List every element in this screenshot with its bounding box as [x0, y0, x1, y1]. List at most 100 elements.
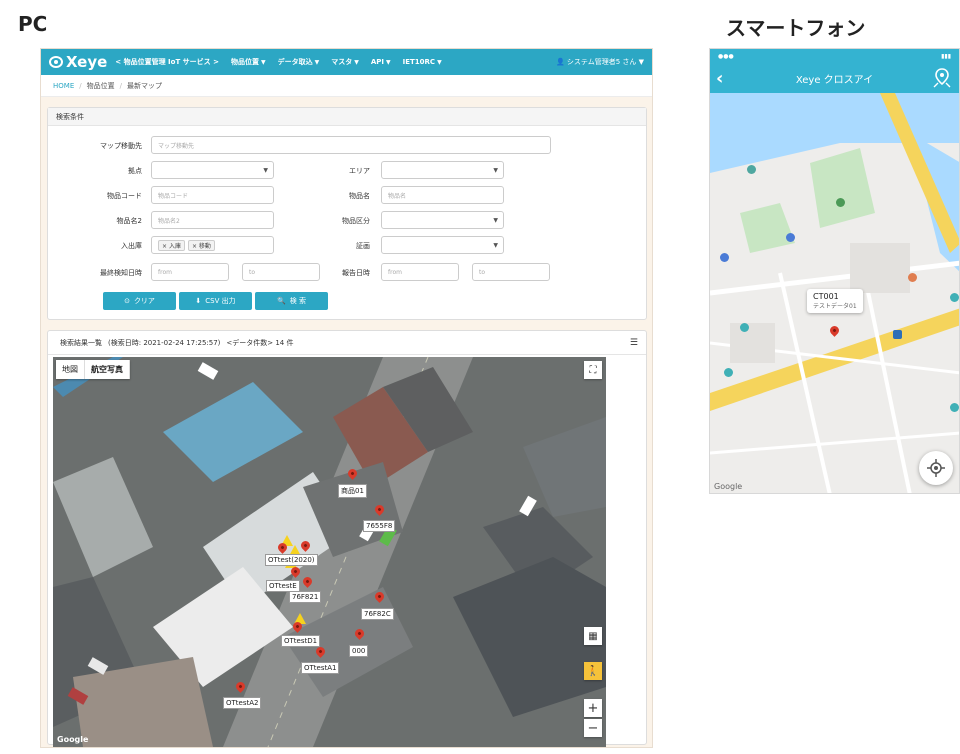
marker-label: 76F82C [361, 608, 394, 620]
nav-item-master-label: マスタ [331, 58, 353, 66]
category-select[interactable]: ▼ [381, 211, 504, 229]
from-placeholder: from [158, 268, 172, 276]
user-name: システム管理者5 さん [566, 58, 637, 66]
poi-icon[interactable] [747, 165, 756, 174]
satellite-map[interactable]: 地図 航空写真 ⛶ ▦ 🚶 + − 商品01 7655F8 OTtest(202… [53, 357, 606, 747]
caret-down-icon: ▼ [437, 59, 442, 66]
tab-satellite[interactable]: 航空写真 [85, 360, 130, 379]
poi-icon[interactable] [720, 253, 729, 262]
nav-user-menu[interactable]: 👤 システム管理者5 さん ▼ [556, 57, 644, 67]
crosshair-icon [927, 459, 945, 477]
battery-icon: ▮▮▮ [941, 52, 951, 60]
breadcrumb-location[interactable]: 物品位置 [87, 81, 115, 91]
tab-map[interactable]: 地図 [56, 360, 85, 379]
name2-input[interactable]: 物品名2 [151, 211, 274, 229]
csv-export-button[interactable]: ⬇ CSV 出力 [179, 292, 252, 310]
name-label: 物品名 [349, 192, 370, 200]
caret-down-icon: ▼ [354, 59, 359, 66]
caret-down-icon: ▼ [386, 59, 391, 66]
device-select[interactable]: ▼ [381, 236, 504, 254]
inout-tag-label: 入庫 [168, 242, 181, 250]
callout-title: CT001 [813, 292, 839, 301]
breadcrumb-home[interactable]: HOME [53, 82, 74, 90]
inout-multiselect[interactable]: × 入庫 × 移動 [151, 236, 274, 254]
nav-item-master[interactable]: マスタ ▼ [331, 57, 359, 67]
inout-tag[interactable]: × 移動 [187, 239, 215, 251]
poi-icon[interactable] [908, 273, 917, 282]
csv-button-label: CSV 出力 [205, 297, 236, 305]
nav-item-api[interactable]: API ▼ [371, 58, 391, 66]
poi-icon[interactable] [836, 198, 845, 207]
zoom-out-icon[interactable]: − [584, 719, 602, 737]
clear-button[interactable]: ⊙ クリア [103, 292, 176, 310]
pc-section-label: PC [18, 12, 48, 36]
caret-down-icon: ▼ [636, 58, 644, 66]
marker-label: OTtestA1 [301, 662, 340, 674]
result-panel: 検索結果一覧 (検索日時: 2021-02-24 17:25:57) <データ件… [47, 330, 647, 747]
layers-grid-icon[interactable]: ▦ [584, 627, 602, 645]
marker-label: 76F821 [289, 591, 322, 603]
nav-item-import-label: データ取込 [277, 58, 313, 66]
inout-tag[interactable]: × 入庫 [158, 239, 185, 251]
map-dest-label: マップ移動先 [100, 142, 142, 150]
dropdown-arrow-icon: ▼ [493, 241, 498, 249]
fullscreen-icon[interactable]: ⛶ [584, 361, 602, 379]
report-from-input[interactable]: from [381, 263, 459, 281]
phone-map[interactable]: CT001 テストデータ01 Google [710, 93, 959, 493]
map-dest-placeholder: マップ移動先 [158, 142, 195, 150]
map-type-tabs: 地図 航空写真 [56, 360, 130, 379]
base-label: 拠点 [128, 167, 142, 175]
app-logo[interactable]: Xeye [49, 53, 107, 71]
marker-label: 7655F8 [363, 520, 396, 532]
report-to-input[interactable]: to [472, 263, 550, 281]
to-placeholder: to [249, 268, 256, 276]
poi-icon[interactable] [950, 293, 959, 302]
name-input[interactable]: 物品名 [381, 186, 504, 204]
map-dest-input[interactable]: マップ移動先 [151, 136, 551, 154]
nav-service-title: < 物品位置管理 IoT サービス > [115, 58, 219, 66]
signal-icon: ●●● [718, 52, 734, 60]
dropdown-arrow-icon: ▼ [493, 216, 498, 224]
search-button[interactable]: 🔍 検 索 [255, 292, 328, 310]
inout-tag-label: 移動 [198, 242, 211, 250]
zoom-in-icon[interactable]: + [584, 699, 602, 717]
satellite-imagery [53, 357, 606, 747]
nav-item-location[interactable]: 物品位置 ▼ [231, 57, 266, 67]
station-icon[interactable] [893, 330, 902, 339]
nav-item-api-label: API [370, 58, 384, 66]
device-label: 証画 [356, 242, 370, 250]
base-select[interactable]: ▼ [151, 161, 274, 179]
poi-icon[interactable] [724, 368, 733, 377]
code-placeholder: 物品コード [158, 192, 189, 200]
my-location-button[interactable] [919, 451, 953, 485]
marker-callout[interactable]: CT001 テストデータ01 [807, 289, 863, 313]
result-count: <データ件数> 14 件 [226, 338, 294, 347]
search-button-label: 検 索 [289, 297, 306, 305]
from-placeholder: from [388, 268, 402, 276]
category-label: 物品区分 [342, 217, 370, 225]
poi-icon[interactable] [740, 323, 749, 332]
nav-item-import[interactable]: データ取込 ▼ [278, 57, 320, 67]
poi-icon[interactable] [786, 233, 795, 242]
map-location-icon[interactable] [933, 68, 951, 88]
callout-subtitle: テストデータ01 [813, 303, 857, 310]
pc-screen: Xeye < 物品位置管理 IoT サービス > 物品位置 ▼ データ取込 ▼ マス… [40, 48, 653, 748]
eye-logo-icon [49, 56, 63, 68]
back-chevron-icon[interactable]: ‹ [716, 68, 723, 89]
code-input[interactable]: 物品コード [151, 186, 274, 204]
clear-button-label: クリア [133, 297, 155, 305]
breadcrumb-separator: / [119, 81, 122, 90]
list-view-icon[interactable]: ☰ [630, 338, 638, 348]
nav-item-iet[interactable]: IET10RC ▼ [403, 58, 442, 66]
nav-item-iet-label: IET10RC [402, 58, 436, 66]
marker-label: OTtestD1 [281, 635, 321, 647]
last-detect-from-input[interactable]: from [151, 263, 229, 281]
area-label: エリア [349, 167, 370, 175]
area-select[interactable]: ▼ [381, 161, 504, 179]
street-view-pegman-icon[interactable]: 🚶 [584, 662, 602, 680]
name-placeholder: 物品名 [388, 192, 407, 200]
marker-label: 商品01 [338, 484, 367, 498]
result-header: 検索結果一覧 (検索日時: 2021-02-24 17:25:57) <データ件… [48, 331, 646, 355]
poi-icon[interactable] [950, 403, 959, 412]
name2-label: 物品名2 [116, 217, 142, 225]
